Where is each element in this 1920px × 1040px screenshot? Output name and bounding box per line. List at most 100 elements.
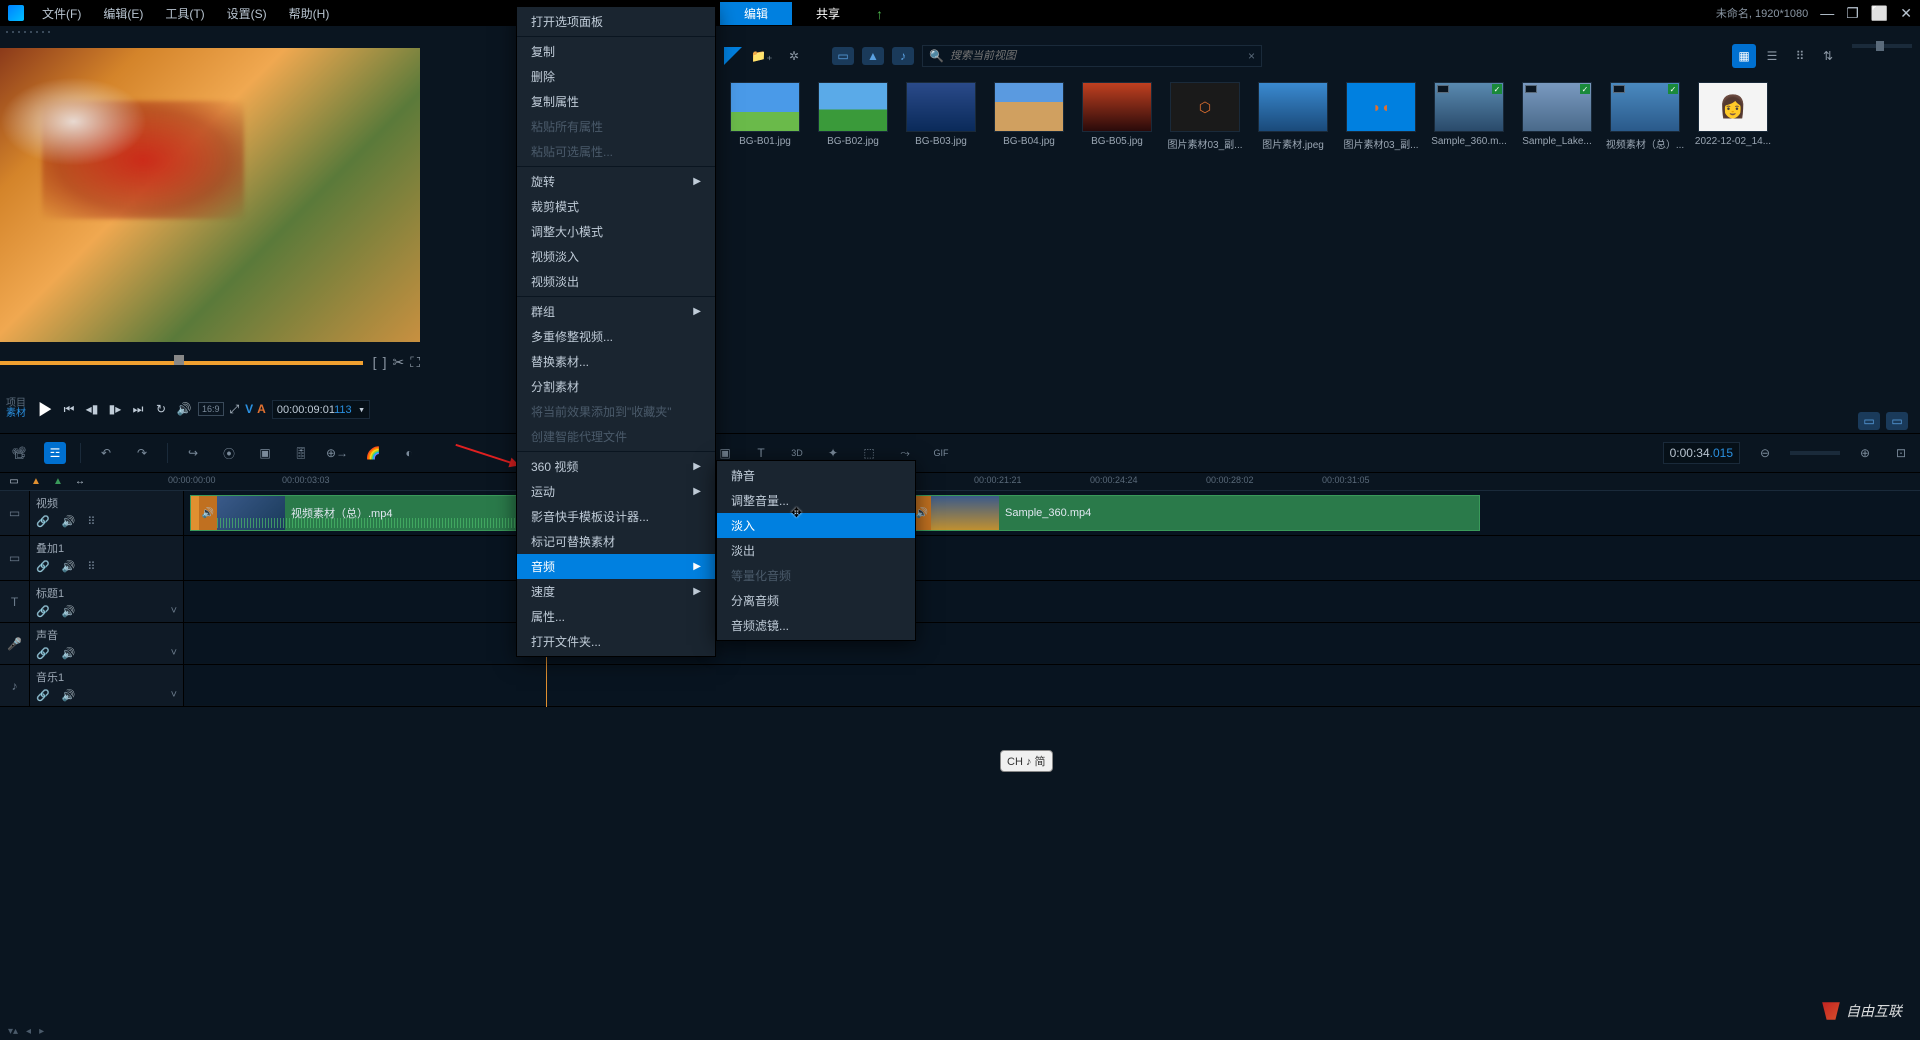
view-list-icon[interactable]: ☰ [1760, 44, 1784, 68]
play-button[interactable] [36, 400, 54, 418]
fx-icon[interactable]: 🌈 [362, 442, 384, 464]
menu-settings[interactable]: 设置(S) [217, 2, 277, 25]
volume-icon[interactable]: 🔊 [176, 401, 192, 417]
zoom-in-icon[interactable]: ⊕ [1854, 442, 1876, 464]
ctx-delete[interactable]: 删除 [517, 64, 715, 89]
tab-share[interactable]: 共享 [792, 2, 864, 25]
panel-toggle-1-icon[interactable]: ▭ [1858, 412, 1880, 430]
track-scroll-icon[interactable]: ↔ [72, 475, 88, 487]
gear-icon[interactable]: ✲ [782, 44, 806, 68]
sub-fade-out[interactable]: 淡出 [717, 538, 915, 563]
ctx-replace[interactable]: 替换素材... [517, 349, 715, 374]
view-grid-icon[interactable]: ▦ [1732, 44, 1756, 68]
media-item[interactable]: BG-B05.jpg [1082, 82, 1152, 151]
ctx-video-fadeout[interactable]: 视频淡出 [517, 269, 715, 294]
ctx-open-folder[interactable]: 打开文件夹... [517, 629, 715, 654]
ctx-multitrim[interactable]: 多重修整视频... [517, 324, 715, 349]
scissors-icon[interactable]: ✂ [392, 354, 404, 371]
filter-image-icon[interactable]: ▲ [862, 47, 884, 65]
ctx-rotate[interactable]: 旋转▶ [517, 169, 715, 194]
add-media-icon[interactable]: 📁₊ [750, 44, 774, 68]
ctx-split[interactable]: 分割素材 [517, 374, 715, 399]
ctx-360[interactable]: 360 视频▶ [517, 454, 715, 479]
insert-icon[interactable]: ⊕→ [326, 442, 348, 464]
track-overlay-body[interactable] [184, 536, 1920, 580]
track-add-icon[interactable]: ▭ [6, 475, 22, 487]
zoom-out-icon[interactable]: ⊖ [1754, 442, 1776, 464]
sub-fade-in[interactable]: 淡入 [717, 513, 915, 538]
timecode-display[interactable]: 00:00:09:01113 ▾ [272, 400, 370, 419]
search-clear-icon[interactable]: × [1248, 49, 1255, 63]
status-next-icon[interactable]: ▸ [39, 1026, 44, 1037]
step-fwd-icon[interactable]: ▮▸ [107, 401, 123, 417]
redo2-icon[interactable]: ↪ [182, 442, 204, 464]
zoom-slider[interactable] [1790, 451, 1840, 455]
scrub-bar[interactable]: [ ] ✂ ⛶ [0, 352, 420, 373]
track-sound-body[interactable] [184, 623, 1920, 663]
ctx-template[interactable]: 影音快手模板设计器... [517, 504, 715, 529]
context-menu[interactable]: 打开选项面板 复制 删除 复制属性 粘贴所有属性 粘贴可选属性... 旋转▶ 裁… [516, 6, 716, 657]
mark-out-icon[interactable]: ] [383, 354, 387, 371]
view-thumb-icon[interactable]: ⠿ [1788, 44, 1812, 68]
minimize-icon[interactable]: — [1820, 5, 1834, 22]
ctx-mark-replace[interactable]: 标记可替换素材 [517, 529, 715, 554]
ctx-resize-mode[interactable]: 调整大小模式 [517, 219, 715, 244]
aspect-ratio[interactable]: 16:9 [198, 402, 224, 416]
tab-edit[interactable]: 编辑 [720, 2, 792, 25]
track-video-body[interactable]: 🔊 视频素材（总）.mp4 🔊 Sample_360.mp4 [184, 491, 1920, 535]
menu-edit[interactable]: 编辑(E) [93, 2, 153, 25]
media-item[interactable]: ✓Sample_Lake... [1522, 82, 1592, 151]
track-flag-icon[interactable]: ▲ [50, 475, 66, 487]
resize-tool-icon[interactable]: ⤢ [230, 402, 240, 417]
go-end-icon[interactable]: ⏭ [130, 401, 146, 417]
close-icon[interactable]: ✕ [1900, 5, 1912, 22]
ctx-copy-attrs[interactable]: 复制属性 [517, 89, 715, 114]
status-prev-icon[interactable]: ◂ [26, 1026, 31, 1037]
clip-2[interactable]: 🔊 Sample_360.mp4 [904, 495, 1480, 531]
track-link-icon[interactable]: 🔗 [36, 515, 50, 528]
media-item[interactable]: ◗◖图片素材03_副... [1346, 82, 1416, 151]
panel-toggle-2-icon[interactable]: ▭ [1886, 412, 1908, 430]
gif-icon[interactable]: GIF [930, 442, 952, 464]
ctx-video-fadein[interactable]: 视频淡入 [517, 244, 715, 269]
a-toggle[interactable]: A [257, 402, 266, 416]
menu-help[interactable]: 帮助(H) [279, 2, 340, 25]
redo-icon[interactable]: ↷ [131, 442, 153, 464]
ctx-open-options[interactable]: 打开选项面板 [517, 9, 715, 34]
menu-file[interactable]: 文件(F) [32, 2, 91, 25]
mixer-icon[interactable]: 🎚 [290, 442, 312, 464]
sort-icon[interactable]: ⇅ [1816, 44, 1840, 68]
media-item[interactable]: 图片素材.jpeg [1258, 82, 1328, 151]
ctx-audio[interactable]: 音频▶ [517, 554, 715, 579]
preview-viewport[interactable] [0, 48, 420, 342]
ctx-copy[interactable]: 复制 [517, 39, 715, 64]
ctx-crop-mode[interactable]: 裁剪模式 [517, 194, 715, 219]
record-icon[interactable]: ⦿ [218, 442, 240, 464]
media-item[interactable]: ✓Sample_360.m... [1434, 82, 1504, 151]
chroma-icon[interactable]: ◐ [398, 442, 420, 464]
thumb-size-slider[interactable] [1852, 44, 1912, 48]
sub-mute[interactable]: 静音 [717, 463, 915, 488]
media-item[interactable]: BG-B03.jpg [906, 82, 976, 151]
go-start-icon[interactable]: ⏮ [61, 401, 77, 417]
storyboard-view-icon[interactable]: 📽 [8, 442, 30, 464]
mark-in-icon[interactable]: [ [373, 354, 377, 371]
expand-icon[interactable]: ⛶ [410, 354, 420, 371]
status-collapse-icon[interactable]: ▾▴ [8, 1026, 18, 1037]
track-music-body[interactable] [184, 665, 1920, 705]
ctx-props[interactable]: 属性... [517, 604, 715, 629]
sub-split-audio[interactable]: 分离音频 [717, 588, 915, 613]
media-item[interactable]: BG-B02.jpg [818, 82, 888, 151]
menu-tools[interactable]: 工具(T) [155, 2, 214, 25]
upload-icon[interactable]: ↑ [876, 6, 883, 22]
filter-audio-icon[interactable]: ♪ [892, 47, 914, 65]
sub-adjust-volume[interactable]: 调整音量... [717, 488, 915, 513]
step-back-icon[interactable]: ◂▮ [84, 401, 100, 417]
undo-icon[interactable]: ↶ [95, 442, 117, 464]
media-item[interactable]: BG-B01.jpg [730, 82, 800, 151]
track-marker-icon[interactable]: ▲ [28, 475, 44, 487]
time-ruler[interactable]: ▭ ▲ ▲ ↔ 00:00:00:00 00:00:03:03 00:00:18… [0, 473, 1920, 491]
maximize-icon[interactable]: ⬜ [1871, 5, 1888, 22]
capture-icon[interactable]: ▣ [254, 442, 276, 464]
track-title-body[interactable] [184, 581, 1920, 621]
